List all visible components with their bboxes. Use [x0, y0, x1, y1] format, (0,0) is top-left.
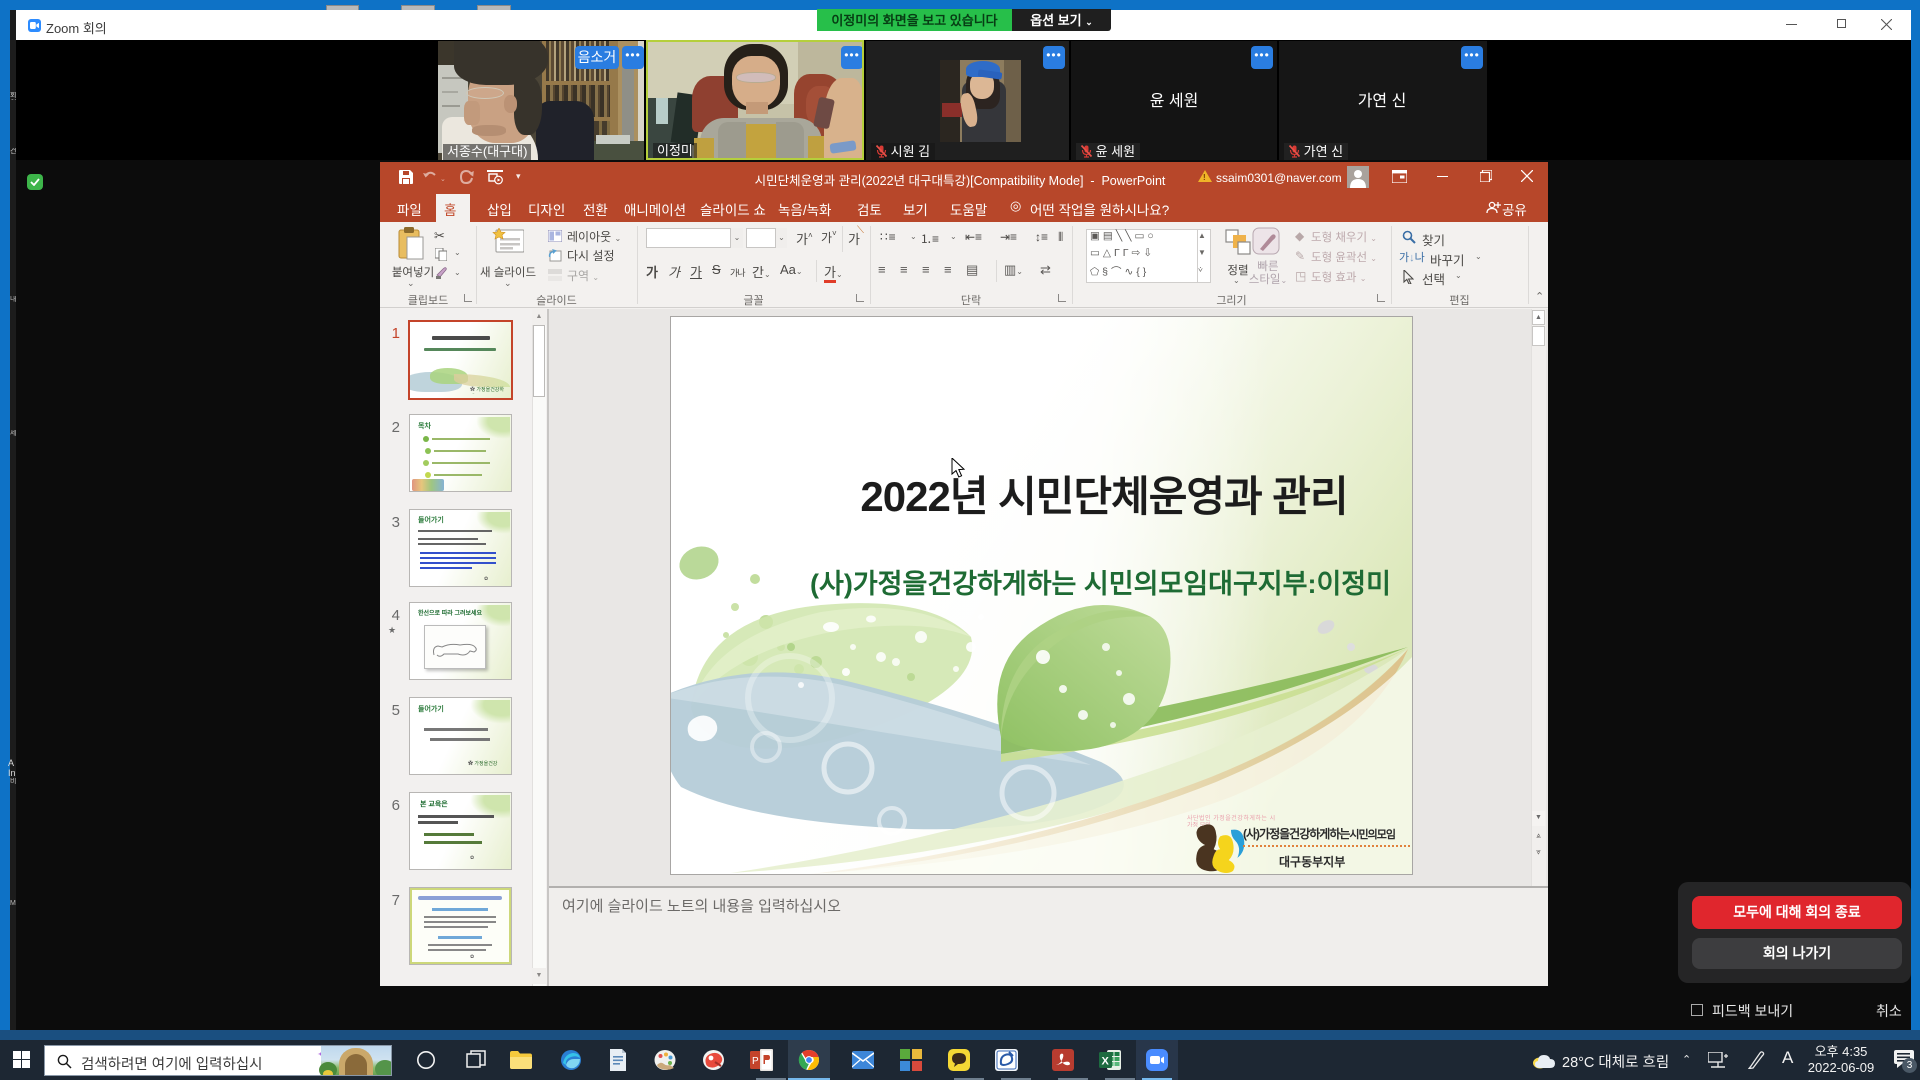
- svg-text:X: X: [1102, 1056, 1110, 1068]
- svg-text:P: P: [752, 1056, 759, 1067]
